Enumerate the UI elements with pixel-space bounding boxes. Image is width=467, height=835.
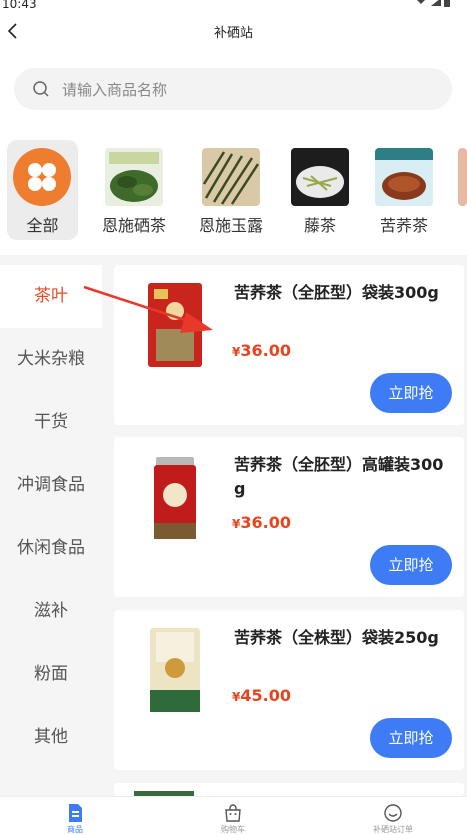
product-card[interactable]: 苦荞茶（全胚型）袋装300g ¥36.00 立即抢 bbox=[114, 265, 464, 425]
product-name: 苦荞茶（全株型）袋装250g bbox=[234, 628, 439, 647]
product-image bbox=[148, 283, 202, 367]
sidebar-item-noodles[interactable]: 粉面 bbox=[0, 643, 102, 706]
price-value: 45.00 bbox=[240, 686, 291, 705]
tab-orders[interactable]: 补硒站订单 bbox=[333, 797, 453, 835]
category-sidebar: 茶叶 大米杂粮 干货 冲调食品 休闲食品 滋补 粉面 其他 bbox=[0, 255, 102, 795]
product-name: 苦荞茶（全胚型）高罐装300g bbox=[234, 455, 444, 498]
price-value: 36.00 bbox=[240, 341, 291, 360]
tab-cart[interactable]: 购物车 bbox=[173, 797, 293, 835]
category-label: 恩施硒茶 bbox=[101, 216, 166, 235]
document-icon bbox=[69, 804, 82, 822]
bag-icon bbox=[225, 804, 241, 822]
signal-battery-icon bbox=[417, 0, 450, 7]
product-image bbox=[154, 457, 196, 539]
category-label: 全部 bbox=[26, 216, 59, 235]
category-row: 全部 恩施硒茶 恩施玉露 藤茶 苦荞茶 bbox=[0, 140, 467, 240]
search-placeholder: 请输入商品名称 bbox=[62, 81, 168, 99]
category-item-enshi-yulu[interactable]: 恩施玉露 bbox=[194, 140, 268, 240]
buy-now-button[interactable]: 立即抢 bbox=[370, 718, 452, 758]
buy-now-button[interactable]: 立即抢 bbox=[370, 545, 452, 585]
product-thumbnail bbox=[375, 148, 433, 206]
bottom-tab-bar: 商品 购物车 补硒站订单 bbox=[0, 796, 467, 835]
tab-label: 补硒站订单 bbox=[373, 825, 413, 834]
page-title: 补硒站 bbox=[213, 26, 253, 41]
search-input[interactable]: 请输入商品名称 bbox=[14, 68, 452, 110]
category-item-all[interactable]: 全部 bbox=[7, 140, 78, 240]
category-item-more[interactable] bbox=[456, 140, 467, 240]
sidebar-item-instant-drinks[interactable]: 冲调食品 bbox=[0, 454, 102, 517]
sidebar-item-snacks[interactable]: 休闲食品 bbox=[0, 517, 102, 580]
sidebar-item-tea[interactable]: 茶叶 bbox=[0, 265, 102, 328]
top-area: 请输入商品名称 全部 恩施硒茶 恩施玉露 藤茶 苦荞茶 bbox=[0, 50, 467, 255]
product-thumbnail bbox=[291, 148, 349, 206]
product-thumbnail bbox=[458, 148, 467, 206]
status-bar: 10:43 bbox=[0, 0, 467, 14]
product-image bbox=[150, 628, 200, 712]
buy-now-button[interactable]: 立即抢 bbox=[370, 373, 452, 413]
product-name: 苦荞茶（全胚型）袋装300g bbox=[234, 283, 439, 302]
price-value: 36.00 bbox=[240, 513, 291, 532]
sidebar-item-rice-grains[interactable]: 大米杂粮 bbox=[0, 328, 102, 391]
category-item-vine-tea[interactable]: 藤茶 bbox=[283, 140, 357, 240]
sidebar-item-other[interactable]: 其他 bbox=[0, 706, 102, 769]
product-thumbnail bbox=[202, 148, 260, 206]
smile-icon bbox=[384, 804, 402, 822]
sidebar-item-dry-goods[interactable]: 干货 bbox=[0, 391, 102, 454]
product-price: ¥36.00 bbox=[232, 341, 291, 360]
product-card[interactable]: 苦荞茶（全株型）袋装250g ¥45.00 立即抢 bbox=[114, 610, 464, 770]
category-label: 藤茶 bbox=[303, 216, 336, 235]
header: 补硒站 bbox=[0, 14, 467, 50]
product-price: ¥36.00 bbox=[232, 513, 291, 532]
grid-icon bbox=[13, 148, 71, 206]
sidebar-item-tonics[interactable]: 滋补 bbox=[0, 580, 102, 643]
category-label: 苦荞茶 bbox=[379, 216, 428, 235]
product-thumbnail bbox=[105, 148, 163, 206]
tab-label: 商品 bbox=[67, 825, 83, 834]
tab-label: 购物车 bbox=[221, 825, 245, 834]
category-item-enshi-selenium-tea[interactable]: 恩施硒茶 bbox=[96, 140, 172, 240]
product-card[interactable]: 苦荞茶（全胚型）高罐装300g ¥36.00 立即抢 bbox=[114, 437, 464, 597]
category-label: 恩施玉露 bbox=[198, 216, 263, 235]
category-item-tartary-buckwheat-tea[interactable]: 苦荞茶 bbox=[366, 140, 442, 240]
status-time: 10:43 bbox=[2, 0, 37, 11]
search-icon bbox=[33, 81, 49, 97]
product-card[interactable] bbox=[114, 783, 464, 796]
product-price: ¥45.00 bbox=[232, 686, 291, 705]
tab-products[interactable]: 商品 bbox=[15, 797, 135, 835]
